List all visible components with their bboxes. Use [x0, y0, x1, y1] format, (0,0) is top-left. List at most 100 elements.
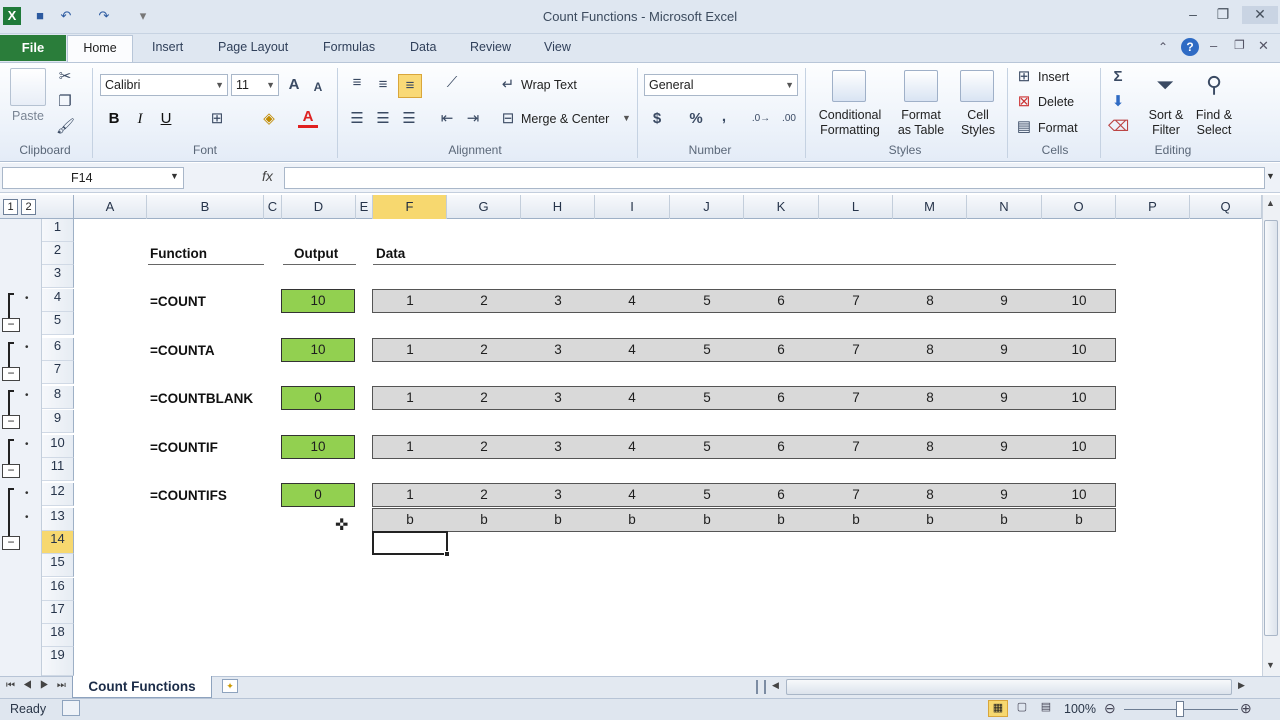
data-cell[interactable]: 9 [967, 293, 1041, 308]
format-painter-icon[interactable]: 🖌 [56, 116, 75, 138]
data-cell[interactable]: 1 [373, 390, 447, 405]
column-header-m[interactable]: M [893, 195, 967, 219]
row-header-16[interactable]: 16 [42, 578, 74, 602]
decrease-indent-icon[interactable]: ⇤ [436, 108, 458, 130]
row-header-13[interactable]: 13 [42, 508, 74, 532]
output-cell[interactable]: 0 [281, 483, 355, 507]
merge-center-button[interactable]: Merge & Center [521, 112, 609, 126]
paste-icon[interactable] [10, 68, 46, 106]
chevron-down-icon[interactable]: ▼ [622, 113, 631, 123]
output-cell[interactable]: 0 [281, 386, 355, 410]
data-cell[interactable]: 5 [670, 293, 744, 308]
outline-level-2-button[interactable]: 2 [21, 199, 36, 215]
increase-indent-icon[interactable]: ⇥ [462, 108, 484, 130]
sort-filter-icon[interactable]: ⏷ [1150, 68, 1180, 102]
output-cell[interactable]: 10 [281, 289, 355, 313]
column-header-i[interactable]: I [595, 195, 670, 219]
close-icon[interactable]: ✕ [1242, 6, 1278, 24]
insert-function-button[interactable]: fx [262, 168, 273, 184]
function-name[interactable]: =COUNT [150, 294, 206, 309]
data-cell[interactable]: b [893, 512, 967, 527]
row-header-12[interactable]: 12 [42, 483, 74, 507]
row-header-10[interactable]: 10 [42, 435, 74, 459]
cell-styles-icon[interactable] [960, 70, 994, 102]
chevron-down-icon[interactable]: ▼ [170, 171, 179, 181]
data-cell[interactable]: 3 [521, 439, 595, 454]
column-header-b[interactable]: B [147, 195, 264, 219]
function-name[interactable]: =COUNTIF [150, 440, 218, 455]
merge-icon[interactable]: ⊟ [498, 108, 518, 130]
align-middle-icon[interactable]: ≡ [372, 74, 394, 96]
find-select-label-2[interactable]: Select [1190, 123, 1238, 137]
data-cell[interactable]: 7 [819, 439, 893, 454]
help-icon[interactable]: ? [1181, 38, 1199, 56]
tab-file[interactable]: File [0, 35, 66, 61]
column-header-g[interactable]: G [447, 195, 521, 219]
data-cell[interactable]: 10 [1042, 390, 1116, 405]
data-cell[interactable]: 4 [595, 439, 669, 454]
data-cell[interactable]: 8 [893, 487, 967, 502]
data-cell[interactable]: 9 [967, 439, 1041, 454]
orientation-icon[interactable]: ⟋ [440, 72, 464, 94]
data-cell[interactable]: 1 [373, 439, 447, 454]
column-header-a[interactable]: A [74, 195, 147, 219]
format-as-table-label-2[interactable]: as Table [892, 123, 950, 137]
data-cell[interactable]: 6 [744, 342, 818, 357]
decrease-decimal-icon[interactable]: .00 [778, 108, 800, 130]
column-header-d[interactable]: D [282, 195, 356, 219]
underline-button[interactable]: U [156, 108, 176, 130]
data-cell[interactable]: 7 [819, 293, 893, 308]
column-header-o[interactable]: O [1042, 195, 1116, 219]
data-cell[interactable]: 7 [819, 390, 893, 405]
zoom-level[interactable]: 100% [1064, 702, 1096, 716]
collapse-group-button[interactable]: − [2, 367, 20, 381]
data-range[interactable]: 1 2 3 4 5 6 7 8 9 10 [372, 483, 1116, 507]
data-cell[interactable]: 8 [893, 293, 967, 308]
autosum-icon[interactable]: Σ [1108, 66, 1128, 88]
collapse-group-button[interactable]: − [2, 318, 20, 332]
data-cell[interactable]: 2 [447, 390, 521, 405]
data-range[interactable]: 1 2 3 4 5 6 7 8 9 10 [372, 435, 1116, 459]
data-cell[interactable]: 6 [744, 487, 818, 502]
increase-decimal-icon[interactable]: .0→ [750, 108, 772, 130]
data-cell[interactable]: 10 [1042, 293, 1116, 308]
align-left-icon[interactable]: ☰ [346, 108, 368, 130]
formula-input[interactable] [284, 167, 1265, 189]
row-header-1[interactable]: 1 [42, 219, 74, 243]
data-cell[interactable]: b [967, 512, 1041, 527]
row-header-15[interactable]: 15 [42, 554, 74, 578]
data-cell[interactable]: b [670, 512, 744, 527]
data-range[interactable]: 1 2 3 4 5 6 7 8 9 10 [372, 386, 1116, 410]
copy-icon[interactable]: ❐ [56, 91, 74, 113]
data-cell[interactable]: 3 [521, 342, 595, 357]
insert-cells-icon[interactable]: ⊞ [1014, 66, 1034, 88]
data-cell[interactable]: 5 [670, 487, 744, 502]
data-cell[interactable]: 1 [373, 342, 447, 357]
data-cell[interactable]: 4 [595, 293, 669, 308]
collapse-group-button[interactable]: − [2, 536, 20, 550]
function-name[interactable]: =COUNTIFS [150, 488, 227, 503]
sort-filter-label-1[interactable]: Sort & [1144, 108, 1188, 122]
data-cell[interactable]: 9 [967, 342, 1041, 357]
tab-split-handle[interactable] [756, 680, 766, 694]
data-cell[interactable]: 8 [893, 342, 967, 357]
column-header-c[interactable]: C [264, 195, 282, 219]
expand-formula-bar-icon[interactable]: ▼ [1266, 171, 1275, 181]
insert-button[interactable]: Insert [1038, 70, 1069, 84]
scroll-up-icon[interactable]: ▲ [1266, 198, 1275, 208]
conditional-formatting-icon[interactable] [832, 70, 866, 102]
data-range[interactable]: 1 2 3 4 5 6 7 8 9 10 [372, 338, 1116, 362]
format-as-table-label-1[interactable]: Format [896, 108, 946, 122]
row-header-19[interactable]: 19 [42, 647, 74, 676]
data-range[interactable]: 1 2 3 4 5 6 7 8 9 10 [372, 289, 1116, 313]
row-header-9[interactable]: 9 [42, 410, 74, 434]
column-header-p[interactable]: P [1116, 195, 1190, 219]
fill-handle[interactable] [444, 551, 450, 557]
align-bottom-icon[interactable]: ≡ [398, 74, 422, 98]
format-cells-icon[interactable]: ▤ [1014, 116, 1034, 138]
row-header-3[interactable]: 3 [42, 265, 74, 289]
data-cell[interactable]: 6 [744, 439, 818, 454]
binoculars-icon[interactable]: ⚲ [1198, 68, 1230, 102]
collapse-group-button[interactable]: − [2, 415, 20, 429]
font-size-combo[interactable]: 11 ▼ [231, 74, 279, 96]
